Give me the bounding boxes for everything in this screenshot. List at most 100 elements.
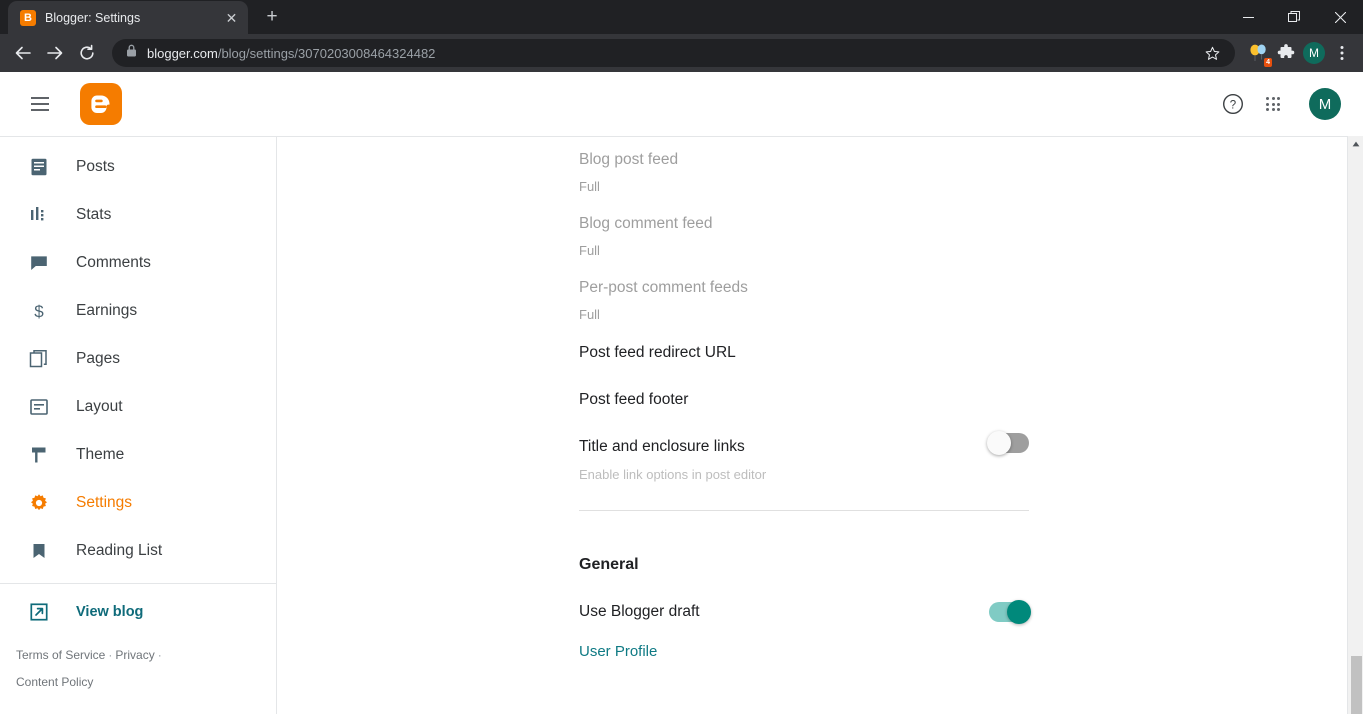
address-bar[interactable]: blogger.com/blog/settings/30702030084643… <box>112 39 1235 67</box>
sidebar-item-label: View blog <box>76 604 144 620</box>
sidebar-item-comments[interactable]: Comments <box>0 239 276 287</box>
browser-tab[interactable]: B Blogger: Settings ✕ <box>8 1 248 34</box>
sidebar-item-label: Pages <box>76 350 120 367</box>
user-profile-link[interactable]: User Profile <box>579 643 657 660</box>
setting-post-feed-redirect-url[interactable]: Post feed redirect URL <box>579 322 1029 364</box>
posts-icon <box>28 156 50 178</box>
bookmark-icon <box>28 540 50 562</box>
comments-icon <box>28 252 50 274</box>
footer-separator-1: · <box>108 648 113 662</box>
svg-text:?: ? <box>1230 99 1236 111</box>
sidebar-item-reading-list[interactable]: Reading List <box>0 527 276 575</box>
sidebar-footer-links: Terms of Service · Privacy · Content Policy <box>0 636 276 696</box>
gear-icon <box>28 492 50 514</box>
layout-icon <box>28 396 50 418</box>
setting-per-post-comment-feeds[interactable]: Per-post comment feeds Full <box>579 258 1029 322</box>
sidebar-item-label: Reading List <box>76 542 163 559</box>
sidebar-item-posts[interactable]: Posts <box>0 143 276 191</box>
setting-blog-post-feed[interactable]: Blog post feed Full <box>579 137 1029 194</box>
sidebar-item-label: Stats <box>76 206 112 223</box>
url-domain: blogger.com <box>147 45 218 61</box>
pages-icon <box>28 348 50 370</box>
vertical-scrollbar[interactable] <box>1347 136 1363 714</box>
sidebar-item-label: Earnings <box>76 302 138 319</box>
window-controls <box>1225 0 1363 34</box>
terms-of-service-link[interactable]: Terms of Service <box>16 648 105 662</box>
earnings-icon: $ <box>28 300 50 322</box>
settings-main-content: Blog post feed Full Blog comment feed Fu… <box>277 136 1363 714</box>
main-menu-icon[interactable] <box>20 84 60 124</box>
sidebar-item-label: Theme <box>76 446 125 463</box>
extensions-puzzle-icon[interactable] <box>1273 40 1299 66</box>
bookmark-star-icon[interactable] <box>1199 40 1225 66</box>
reload-button[interactable] <box>72 38 102 68</box>
scroll-up-arrow-icon[interactable] <box>1348 136 1363 152</box>
sidebar-item-earnings[interactable]: $ Earnings <box>0 287 276 335</box>
setting-value: Full <box>579 307 600 322</box>
stats-icon <box>28 204 50 226</box>
privacy-link[interactable]: Privacy <box>115 648 154 662</box>
theme-icon <box>28 444 50 466</box>
setting-title: Post feed redirect URL <box>579 344 736 361</box>
window-restore-button[interactable] <box>1271 0 1317 34</box>
chrome-menu-icon[interactable] <box>1329 40 1355 66</box>
sidebar-item-label: Posts <box>76 158 115 175</box>
content-policy-link[interactable]: Content Policy <box>16 675 93 689</box>
extension-badge-count: 4 <box>1264 58 1272 67</box>
browser-toolbar: blogger.com/blog/settings/30702030084643… <box>0 34 1363 72</box>
use-blogger-draft-toggle[interactable] <box>989 600 1031 624</box>
setting-blog-comment-feed[interactable]: Blog comment feed Full <box>579 194 1029 258</box>
address-bar-url: blogger.com/blog/settings/30702030084643… <box>147 46 1189 61</box>
sidebar-item-pages[interactable]: Pages <box>0 335 276 383</box>
setting-title: Blog post feed <box>579 151 679 168</box>
url-path: /blog/settings/3070203008464324482 <box>217 45 436 61</box>
padlock-icon <box>126 44 137 62</box>
sidebar: Posts Stats Comments $ Earnings Pages La… <box>0 136 277 714</box>
window-minimize-button[interactable] <box>1225 0 1271 34</box>
new-tab-button[interactable]: + <box>258 3 286 31</box>
forward-button[interactable] <box>40 38 70 68</box>
chrome-avatar-initial: M <box>1303 42 1325 64</box>
blogger-logo[interactable] <box>80 83 122 125</box>
tab-title: Blogger: Settings <box>45 10 141 25</box>
tab-close-icon[interactable]: ✕ <box>223 9 240 26</box>
tab-favicon-icon: B <box>20 9 36 26</box>
setting-value: Full <box>579 243 600 258</box>
browser-title-bar: B Blogger: Settings ✕ + <box>0 0 1363 34</box>
setting-post-feed-footer[interactable]: Post feed footer <box>579 364 1029 411</box>
setting-title: Use Blogger draft <box>579 603 700 620</box>
sidebar-item-label: Settings <box>76 494 133 511</box>
sidebar-item-label: Comments <box>76 254 151 271</box>
chrome-profile-avatar[interactable]: M <box>1301 40 1327 66</box>
external-link-icon <box>28 601 50 623</box>
sidebar-item-layout[interactable]: Layout <box>0 383 276 431</box>
blogger-app-bar: ? M <box>0 72 1363 136</box>
setting-title: Title and enclosure links <box>579 438 745 455</box>
back-button[interactable] <box>8 38 38 68</box>
setting-use-blogger-draft[interactable]: Use Blogger draft <box>579 574 1031 624</box>
sidebar-divider <box>0 583 276 584</box>
setting-value: Full <box>579 179 600 194</box>
toggle-knob <box>987 431 1011 455</box>
page-shell: Posts Stats Comments $ Earnings Pages La… <box>0 136 1363 714</box>
setting-title: Blog comment feed <box>579 215 713 232</box>
account-avatar[interactable]: M <box>1309 88 1341 120</box>
user-profile-row: User Profile <box>579 623 1363 661</box>
vertical-scroll-thumb[interactable] <box>1351 656 1362 714</box>
sidebar-item-view-blog[interactable]: View blog <box>0 588 276 636</box>
footer-separator-2: · <box>157 648 162 662</box>
svg-text:$: $ <box>34 302 44 321</box>
google-apps-icon[interactable] <box>1253 84 1293 124</box>
sidebar-item-label: Layout <box>76 398 123 415</box>
toggle-knob <box>1007 600 1031 624</box>
setting-title: Post feed footer <box>579 391 689 408</box>
sidebar-item-settings[interactable]: Settings <box>0 479 276 527</box>
setting-subtitle: Enable link options in post editor <box>579 467 767 482</box>
help-icon[interactable]: ? <box>1213 84 1253 124</box>
sidebar-item-stats[interactable]: Stats <box>0 191 276 239</box>
extension-balloons-icon[interactable]: 4 <box>1245 40 1272 67</box>
sidebar-item-theme[interactable]: Theme <box>0 431 276 479</box>
title-enclosure-toggle[interactable] <box>987 431 1029 455</box>
window-close-button[interactable] <box>1317 0 1363 34</box>
setting-title-and-enclosure-links[interactable]: Title and enclosure links Enable link op… <box>579 411 1029 484</box>
